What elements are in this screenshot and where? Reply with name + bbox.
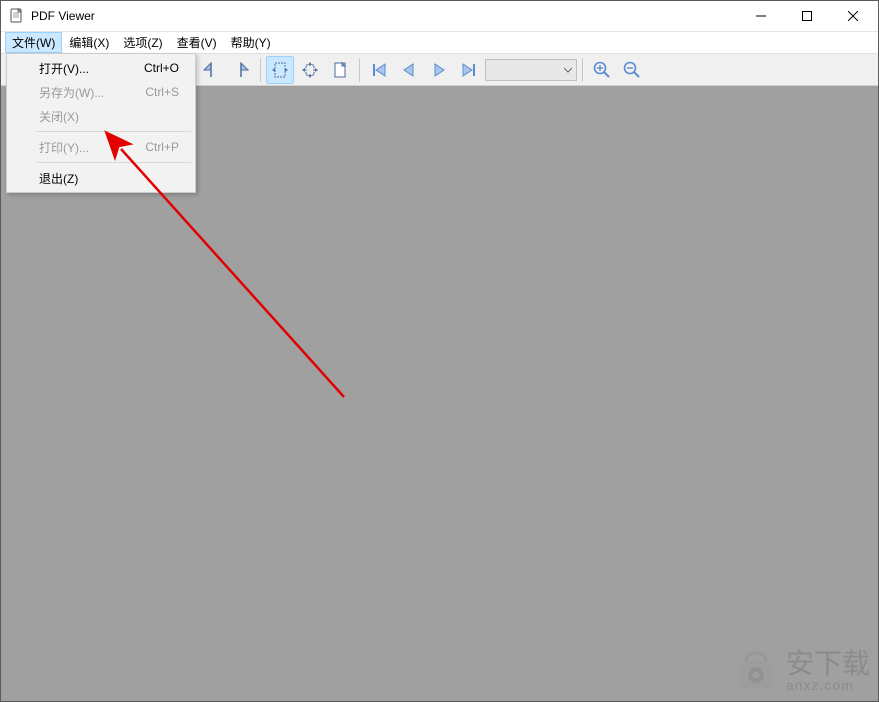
menu-item-open[interactable]: 打开(V)... Ctrl+O: [9, 56, 193, 80]
next-page-button[interactable]: [425, 56, 453, 84]
menu-item-print[interactable]: 打印(Y)... Ctrl+P: [9, 135, 193, 159]
menu-help[interactable]: 帮助(Y): [224, 32, 278, 53]
menu-edit[interactable]: 编辑(X): [62, 32, 116, 53]
toolbar-separator: [582, 58, 583, 82]
minimize-button[interactable]: [738, 1, 784, 31]
single-page-button[interactable]: [326, 56, 354, 84]
menu-file[interactable]: 文件(W): [5, 32, 62, 53]
prev-page-button[interactable]: [395, 56, 423, 84]
titlebar: PDF Viewer: [1, 1, 878, 32]
last-page-button[interactable]: [455, 56, 483, 84]
menu-separator: [37, 131, 191, 132]
menu-item-shortcut: Ctrl+O: [144, 61, 179, 75]
rotate-ccw-button[interactable]: [197, 56, 225, 84]
chevron-down-icon: [564, 66, 572, 74]
app-icon: [9, 8, 25, 24]
bag-icon: [732, 647, 780, 695]
menu-item-label: 退出(Z): [39, 170, 78, 187]
fit-page-button[interactable]: [296, 56, 324, 84]
menu-item-label: 打印(Y)...: [39, 139, 89, 156]
menu-item-label: 另存为(W)...: [39, 84, 104, 101]
window-title: PDF Viewer: [31, 9, 95, 23]
menu-view[interactable]: 查看(V): [170, 32, 224, 53]
menu-item-label: 关闭(X): [39, 108, 79, 125]
watermark-url: anxz.com: [786, 678, 870, 692]
app-window: PDF Viewer 文件(W) 编辑(X) 选项(Z) 查看(V) 帮助(Y): [0, 0, 879, 702]
menu-item-close[interactable]: 关闭(X): [9, 104, 193, 128]
menu-item-save-as[interactable]: 另存为(W)... Ctrl+S: [9, 80, 193, 104]
menu-item-exit[interactable]: 退出(Z): [9, 166, 193, 190]
close-button[interactable]: [830, 1, 876, 31]
file-menu-dropdown: 打开(V)... Ctrl+O 另存为(W)... Ctrl+S 关闭(X) 打…: [6, 53, 196, 193]
toolbar-separator: [260, 58, 261, 82]
first-page-button[interactable]: [365, 56, 393, 84]
toolbar-separator: [359, 58, 360, 82]
watermark-text: 安下载: [786, 650, 870, 678]
rotate-cw-button[interactable]: [227, 56, 255, 84]
maximize-button[interactable]: [784, 1, 830, 31]
fit-width-button[interactable]: [266, 56, 294, 84]
menu-options[interactable]: 选项(Z): [116, 32, 169, 53]
menu-item-label: 打开(V)...: [39, 60, 89, 77]
menu-item-shortcut: Ctrl+P: [145, 140, 179, 154]
watermark: 安下载 anxz.com: [732, 647, 870, 695]
zoom-out-button[interactable]: [618, 56, 646, 84]
zoom-in-button[interactable]: [588, 56, 616, 84]
menubar: 文件(W) 编辑(X) 选项(Z) 查看(V) 帮助(Y): [1, 32, 878, 53]
menu-item-shortcut: Ctrl+S: [145, 85, 179, 99]
menu-separator: [37, 162, 191, 163]
page-combo[interactable]: [485, 59, 577, 81]
